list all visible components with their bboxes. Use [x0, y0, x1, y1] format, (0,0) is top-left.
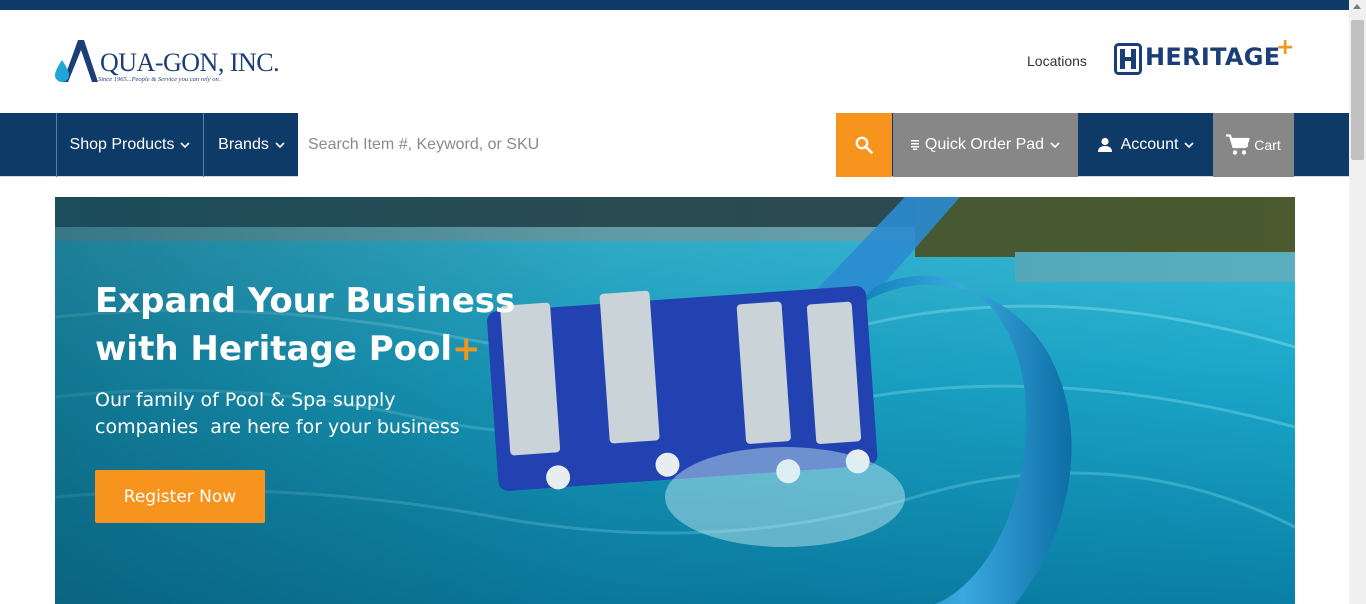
- top-strip: [0, 0, 1349, 10]
- search-button[interactable]: [836, 113, 892, 177]
- heritage-plus: +: [1276, 35, 1295, 60]
- site-header: QUA-GON, INC. Since 1965...People & Serv…: [0, 10, 1349, 113]
- list-icon: [910, 140, 919, 150]
- heritage-h-icon: [1114, 43, 1142, 75]
- search-input[interactable]: [298, 113, 836, 177]
- cart-icon: [1226, 134, 1250, 155]
- brands-menu[interactable]: Brands: [205, 113, 298, 177]
- logo-wordmark: QUA-GON, INC.: [100, 48, 280, 77]
- logo-tagline: Since 1965...People & Service you can re…: [98, 76, 221, 83]
- hero-title-plus: +: [452, 329, 481, 369]
- register-now-button[interactable]: Register Now: [95, 470, 265, 523]
- scrollbar-thumb[interactable]: [1351, 20, 1364, 160]
- chevron-down-icon: [1050, 142, 1060, 149]
- hero-subtitle: Our family of Pool & Spa supply companie…: [95, 387, 475, 441]
- account-label: Account: [1120, 136, 1179, 153]
- hero-subtitle-line2: companies are here for your business: [95, 416, 460, 438]
- cart-label: Cart: [1254, 137, 1281, 153]
- chevron-down-icon: [1184, 142, 1194, 149]
- cart-button[interactable]: Cart: [1213, 113, 1294, 177]
- chevron-down-icon: [275, 142, 285, 149]
- chevron-down-icon: [180, 142, 191, 149]
- hero-title-line2: with Heritage Pool: [95, 329, 453, 369]
- heritage-wordmark: HERITAGE: [1145, 43, 1281, 71]
- heritage-logo[interactable]: HERITAGE +: [1114, 35, 1299, 79]
- brands-label: Brands: [218, 136, 269, 153]
- quick-order-pad-menu[interactable]: Quick Order Pad: [893, 113, 1078, 177]
- aqua-gon-logo[interactable]: QUA-GON, INC. Since 1965...People & Serv…: [54, 38, 280, 98]
- search-bar: [298, 113, 836, 177]
- quick-order-pad-label: Quick Order Pad: [924, 136, 1045, 153]
- aqua-gon-logo-mark: [55, 40, 98, 82]
- page-scrollbar[interactable]: [1349, 0, 1366, 604]
- hero-title: Expand Your Business with Heritage Pool+: [95, 277, 525, 373]
- shop-products-menu[interactable]: Shop Products: [56, 113, 204, 177]
- locations-link[interactable]: Locations: [1027, 53, 1087, 69]
- hero-subtitle-line1: Our family of Pool & Spa supply: [95, 389, 396, 411]
- search-icon: [855, 136, 873, 154]
- shop-products-label: Shop Products: [69, 136, 175, 153]
- account-menu[interactable]: Account: [1079, 113, 1212, 177]
- hero-banner: Expand Your Business with Heritage Pool+…: [55, 197, 1295, 604]
- user-icon: [1097, 137, 1112, 152]
- scroll-up-arrow-icon[interactable]: [1353, 4, 1361, 9]
- hero-title-line1: Expand Your Business: [95, 281, 516, 321]
- main-nav: Shop Products Brands Quick Order Pad Acc…: [0, 113, 1349, 177]
